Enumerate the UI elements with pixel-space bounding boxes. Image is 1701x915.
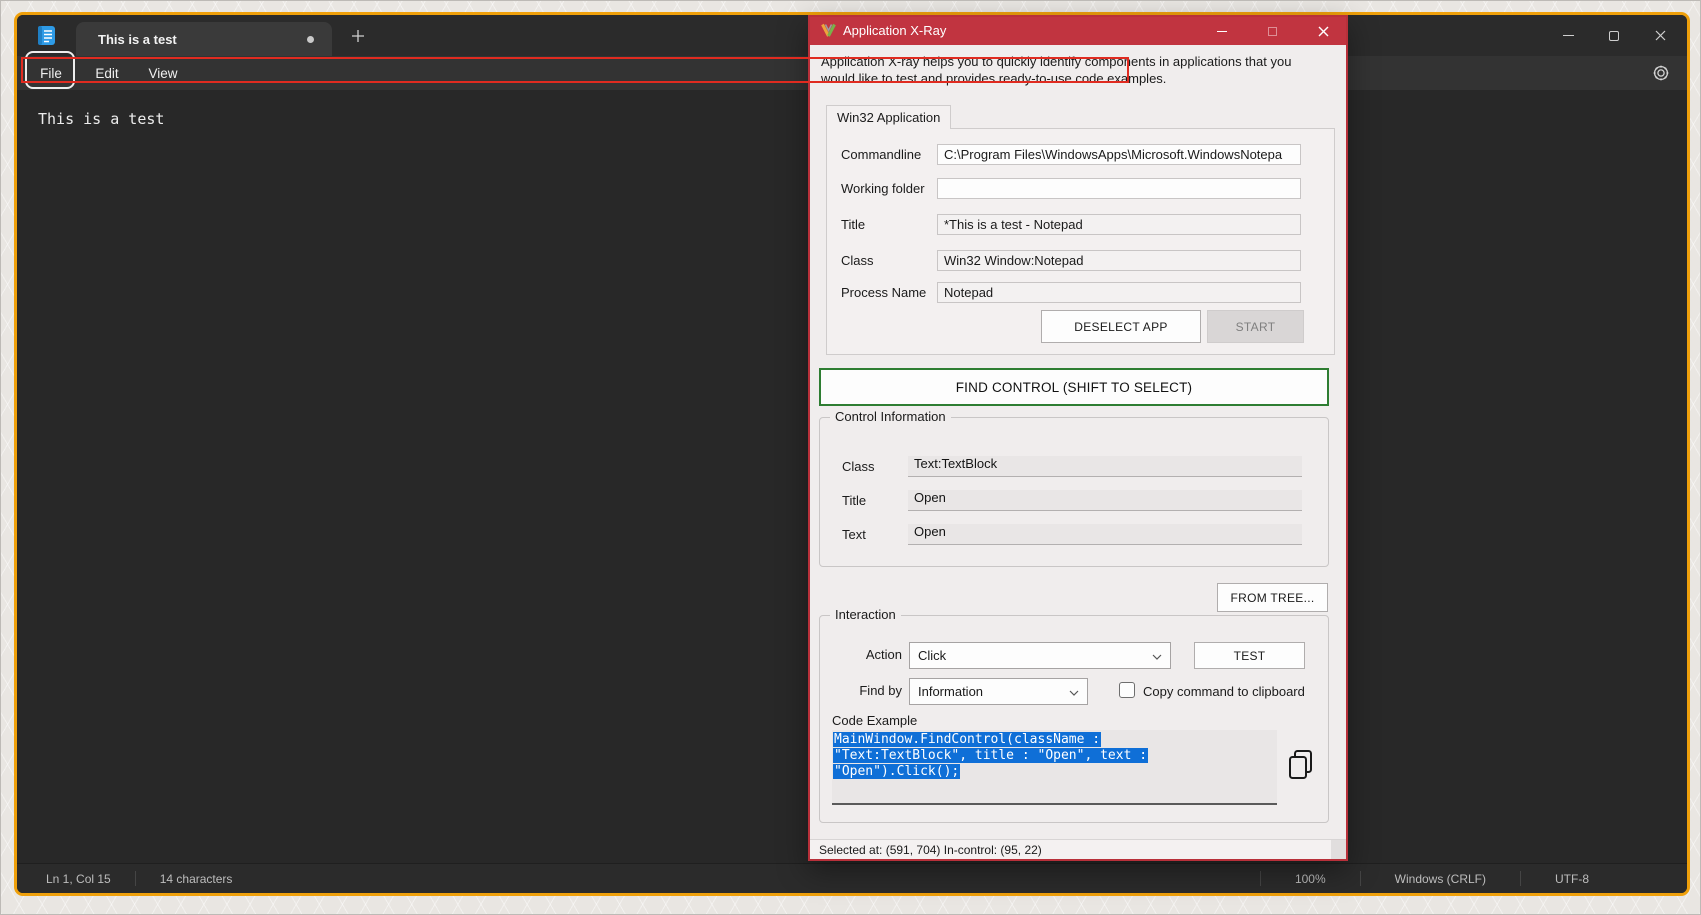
ci-class-field[interactable]: Text:TextBlock [908,456,1302,477]
code-line: "Open").Click(); [833,764,960,779]
maximize-icon[interactable] [1591,15,1637,56]
maximize-icon[interactable] [1253,17,1291,45]
notepad-tab-title: This is a test [98,32,177,47]
notepad-tab[interactable]: This is a test [76,22,332,56]
unsaved-indicator-icon [307,36,314,43]
test-button[interactable]: TEST [1194,642,1305,669]
ci-title-label: Title [842,490,866,511]
copy-icon[interactable] [1286,748,1316,782]
commandline-field[interactable] [937,144,1301,165]
minimize-icon[interactable] [1545,15,1591,56]
copy-command-checkbox[interactable] [1119,682,1135,698]
win32-application-panel: Commandline Working folder Title Class P… [826,128,1335,355]
new-tab-button[interactable] [347,25,369,47]
status-character-count: 14 characters [136,872,257,886]
editor-text: This is a test [38,110,164,128]
xray-titlebar[interactable]: Application X-Ray [810,17,1346,45]
xray-status-text: Selected at: (591, 704) In-control: (95,… [819,843,1042,857]
notepad-statusbar: Ln 1, Col 15 14 characters 100% Windows … [17,863,1687,893]
control-information-group: Control Information Class Text:TextBlock… [819,417,1329,567]
control-information-title: Control Information [830,409,951,424]
status-line-ending: Windows (CRLF) [1361,872,1520,886]
from-tree-button[interactable]: FROM TREE... [1217,583,1328,612]
title-field[interactable] [937,214,1301,235]
code-line: MainWindow.FindControl(className : [833,732,1101,747]
process-name-field[interactable] [937,282,1301,303]
find-by-label: Find by [840,683,902,698]
status-encoding: UTF-8 [1521,872,1623,886]
interaction-title: Interaction [830,607,901,622]
commandline-label: Commandline [841,144,921,165]
gear-icon[interactable] [1651,63,1671,83]
interaction-group: Interaction Action Click TEST Find by In… [819,615,1329,823]
close-icon[interactable] [1304,17,1342,45]
screen: This is a test File Edit View [0,0,1701,915]
xray-logo-icon [820,23,837,43]
find-by-value: Information [918,684,983,699]
class-field[interactable] [937,250,1301,271]
notepad-app-icon [36,25,57,46]
code-line: "Text:TextBlock", title : "Open", text : [833,748,1148,763]
xray-window: Application X-Ray Application X-ray help… [808,15,1348,861]
code-example-box[interactable]: MainWindow.FindControl(className : "Text… [832,730,1277,805]
class-label: Class [841,250,874,271]
chevron-down-icon [1069,684,1079,699]
working-folder-field[interactable] [937,178,1301,199]
action-value: Click [918,648,946,663]
status-cursor-position: Ln 1, Col 15 [46,872,135,886]
find-control-button[interactable]: FIND CONTROL (SHIFT TO SELECT) [819,368,1329,406]
code-example-label: Code Example [832,713,917,728]
working-folder-label: Working folder [841,178,925,199]
ci-class-label: Class [842,456,875,477]
xray-statusbar: Selected at: (591, 704) In-control: (95,… [810,839,1346,859]
xray-highlight-rectangle [21,57,1129,83]
status-zoom-level: 100% [1261,872,1360,886]
find-by-dropdown[interactable]: Information [909,678,1088,705]
close-icon[interactable] [1637,15,1683,56]
notepad-window-controls [1545,15,1683,56]
ci-title-field[interactable]: Open [908,490,1302,511]
copy-command-label: Copy command to clipboard [1143,684,1305,699]
title-label: Title [841,214,865,235]
deselect-app-button[interactable]: DESELECT APP [1041,310,1201,343]
ci-text-label: Text [842,524,866,545]
tab-win32-application[interactable]: Win32 Application [826,105,951,129]
action-label: Action [840,647,902,662]
action-dropdown[interactable]: Click [909,642,1171,669]
chevron-down-icon [1152,648,1162,663]
start-button[interactable]: START [1207,310,1304,343]
minimize-icon[interactable] [1203,17,1241,45]
resize-grip[interactable] [1331,840,1346,859]
xray-window-title: Application X-Ray [843,23,946,38]
ci-text-field[interactable]: Open [908,524,1302,545]
process-name-label: Process Name [841,282,926,303]
